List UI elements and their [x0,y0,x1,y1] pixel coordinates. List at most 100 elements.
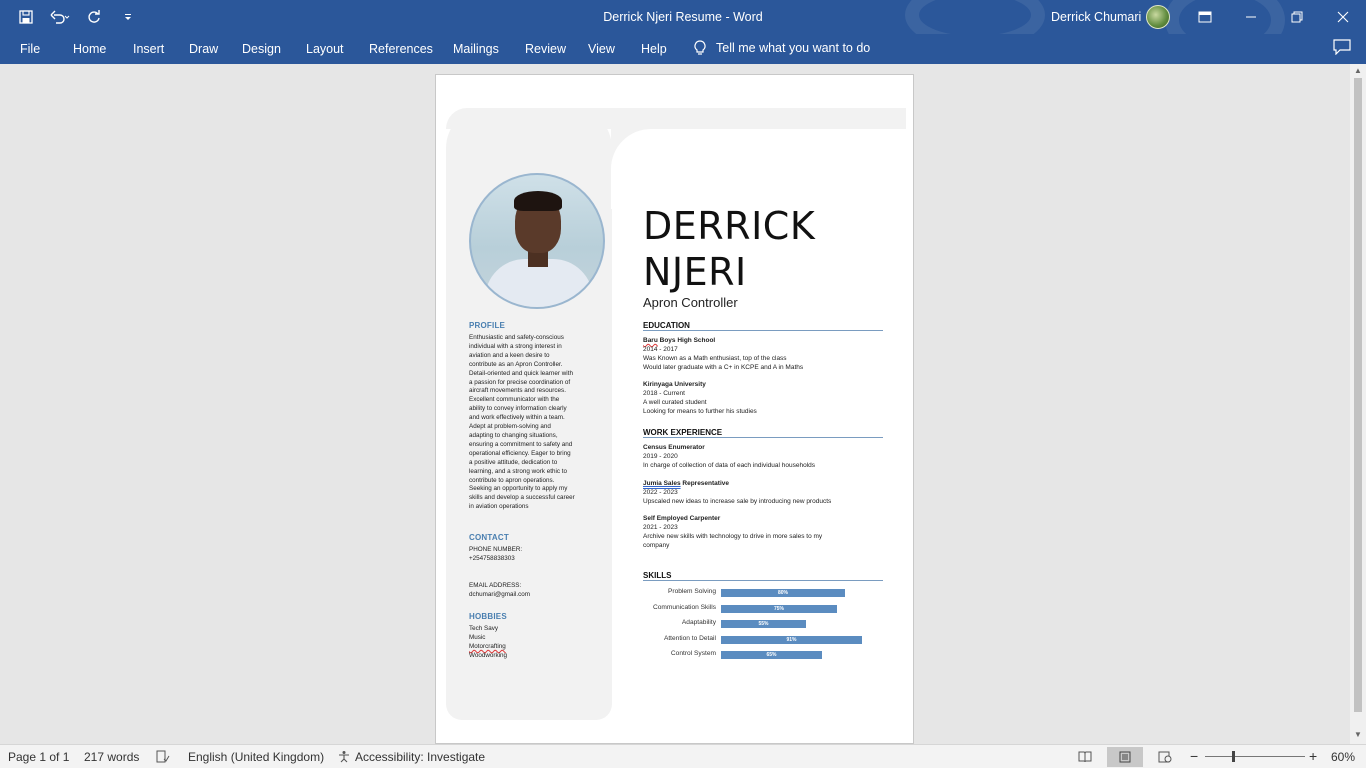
tab-layout[interactable]: Layout [306,42,344,56]
tell-me-text: Tell me what you want to do [716,41,871,55]
profile-line: individual with a strong interest in [469,342,562,350]
redo-icon[interactable] [80,6,108,28]
work-detail: company [643,542,670,549]
tab-draw[interactable]: Draw [189,42,218,56]
comments-icon[interactable] [1333,39,1353,57]
profile-line: Enthusiastic and safety-conscious [469,334,564,341]
profile-line: Seeking an opportunity to apply my [469,485,568,493]
profile-line: skills and develop a successful career [469,494,575,502]
sidebar-panel-top [446,108,612,168]
scroll-down-icon[interactable]: ▼ [1350,728,1366,742]
tab-help[interactable]: Help [641,42,667,56]
photo-hair [514,191,562,211]
work-entry[interactable]: Jumia Sales Representative 2022 - 2023 U… [643,479,831,506]
title-decoration [905,0,1045,34]
profile-line: a passion for precise coordination of [469,378,571,386]
ribbon-display-options-icon[interactable] [1182,0,1228,34]
scroll-up-icon[interactable]: ▲ [1350,64,1366,78]
profile-line: aviation and a keen desire to [469,351,550,359]
phone-value: +254758838303 [469,554,515,562]
tab-design[interactable]: Design [242,42,281,56]
skills-heading: SKILLS [643,571,672,580]
zoom-level[interactable]: 60% [1331,750,1355,764]
language[interactable]: English (United Kingdom) [188,750,324,764]
skill-label: Communication Skills [652,604,716,611]
zoom-out-button[interactable]: − [1190,748,1198,764]
work-heading: WORK EXPERIENCE [643,428,723,437]
tab-mailings[interactable]: Mailings [453,42,499,56]
hobby-item: Tech Savy [469,625,499,632]
tab-view[interactable]: View [588,42,615,56]
section-divider [643,437,883,438]
education-years: 2018 - Current [643,390,685,397]
education-years: 2014 - 2017 [643,346,678,353]
skill-label: Problem Solving [667,588,716,595]
zoom-slider-thumb[interactable] [1232,751,1235,762]
hobby-item: Motorcrafting [469,642,506,650]
hobbies-list[interactable]: Tech Savy Music Motorcrafting Woodworkin… [469,625,507,661]
hobbies-heading: HOBBIES [469,612,507,621]
word-count[interactable]: 217 words [84,750,139,764]
resume-role[interactable]: Apron Controller [643,295,738,310]
zoom-in-button[interactable]: + [1309,748,1317,764]
tab-file[interactable]: File [20,42,40,56]
school-name-part: Baru [643,337,658,344]
work-entry[interactable]: Self Employed Carpenter 2021 - 2023 Arch… [643,514,822,550]
proofing-icon[interactable] [156,750,170,766]
page-count[interactable]: Page 1 of 1 [8,750,69,764]
skill-bar: 55% [721,620,806,628]
customize-toolbar-icon[interactable] [114,6,142,28]
avatar[interactable] [1146,5,1170,29]
skill-bar: 75% [721,605,837,613]
education-entry[interactable]: Kirinyaga University 2018 - Current A we… [643,380,757,416]
contact-phone[interactable]: PHONE NUMBER: +254758838303 [469,546,522,564]
skill-label: Control System [670,650,716,657]
profile-line: and work effectively within a team. [469,414,565,422]
tab-home[interactable]: Home [73,42,106,56]
profile-line: ability to convey information clearly [469,405,567,413]
profile-line: contribute as an Apron Controller. [469,360,563,368]
accessibility-status[interactable]: Accessibility: Investigate [355,750,485,764]
user-name[interactable]: Derrick Chumari [1051,10,1141,24]
document-page[interactable]: PROFILE Enthusiastic and safety-consciou… [435,74,914,744]
restore-icon[interactable] [1274,0,1320,34]
profile-line: Detail-oriented and quick learner with [469,369,573,377]
education-entry[interactable]: Baru Boys High School 2014 - 2017 Was Kn… [643,336,803,372]
profile-text[interactable]: Enthusiastic and safety-conscious indivi… [469,334,609,512]
scroll-thumb[interactable] [1354,78,1362,712]
contact-heading: CONTACT [469,533,509,542]
accessibility-icon[interactable] [337,750,351,766]
vertical-scrollbar[interactable]: ▲ ▼ [1350,64,1366,744]
read-mode-icon[interactable] [1067,747,1103,767]
work-entry[interactable]: Census Enumerator 2019 - 2020 In charge … [643,443,815,470]
work-detail: Archive new skills with technology to dr… [643,533,823,540]
tell-me-search[interactable]: Tell me what you want to do [694,40,870,56]
job-title-part: Jumia Sales [643,480,681,487]
web-layout-icon[interactable] [1147,747,1183,767]
resume-name[interactable]: DERRICK NJERI [643,203,815,295]
tab-references[interactable]: References [369,42,433,56]
work-detail: In charge of collection of data of each … [643,462,816,469]
ribbon-tabs: File Home Insert Draw Design Layout Refe… [0,34,1366,64]
work-years: 2022 - 2023 [643,489,678,496]
profile-line: operational efficiency. Eager to bring [469,449,571,457]
last-name: NJERI [643,250,747,294]
minimize-icon[interactable] [1228,0,1274,34]
tab-review[interactable]: Review [525,42,566,56]
profile-photo[interactable] [469,173,605,309]
skill-label: Adaptability [681,619,716,626]
close-icon[interactable] [1320,0,1366,34]
lightbulb-icon [694,40,706,55]
zoom-slider[interactable] [1205,756,1305,757]
profile-line: in aviation operations [469,503,529,511]
section-divider [643,580,883,581]
undo-icon[interactable] [46,6,74,28]
skill-bar: 80% [721,589,845,597]
print-layout-icon[interactable] [1107,747,1143,767]
first-name: DERRICK [643,204,816,248]
work-detail: Upscaled new ideas to increase sale by i… [643,498,832,505]
save-icon[interactable] [12,6,40,28]
job-title: Representative [680,480,729,487]
contact-email[interactable]: EMAIL ADDRESS: dchumari@gmail.com [469,582,530,600]
tab-insert[interactable]: Insert [133,42,164,56]
